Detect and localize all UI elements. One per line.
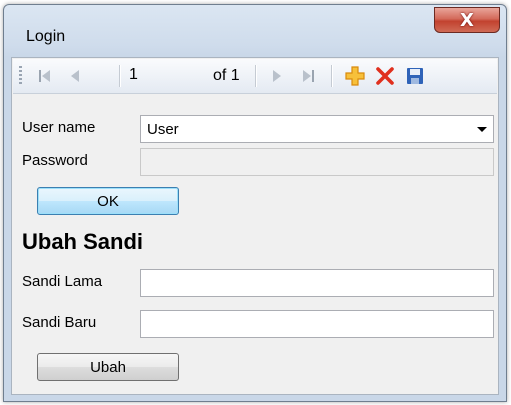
username-label: User name — [22, 119, 96, 136]
save-icon[interactable] — [403, 66, 427, 86]
change-password-button[interactable]: Ubah — [37, 353, 179, 381]
new-password-label: Sandi Baru — [22, 314, 97, 331]
login-window: Login X of 1 — [3, 4, 507, 402]
username-combobox[interactable]: User — [140, 115, 494, 143]
toolbar-grip[interactable] — [19, 66, 22, 86]
password-field[interactable] — [140, 148, 494, 176]
client-area: of 1 User name User Password — [11, 57, 499, 395]
add-new-icon[interactable] — [343, 66, 367, 86]
ok-button-label: OK — [97, 192, 119, 210]
change-password-button-label: Ubah — [90, 358, 126, 376]
record-count-label: of 1 — [213, 67, 240, 84]
old-password-field[interactable] — [140, 269, 494, 297]
delete-icon[interactable] — [373, 66, 397, 86]
close-icon: X — [460, 9, 474, 31]
change-password-heading: Ubah Sandi — [22, 229, 144, 254]
toolbar-separator — [255, 65, 257, 87]
move-first-icon[interactable] — [33, 66, 57, 86]
password-label: Password — [22, 152, 88, 169]
close-button[interactable]: X — [434, 7, 500, 33]
chevron-down-icon[interactable] — [477, 127, 487, 132]
username-value: User — [147, 121, 179, 138]
binding-navigator-toolbar: of 1 — [13, 59, 497, 94]
position-input[interactable] — [129, 64, 209, 86]
window-title: Login — [26, 28, 66, 45]
title-bar[interactable]: Login X — [4, 5, 506, 57]
toolbar-separator — [119, 65, 121, 87]
toolbar-separator — [331, 65, 333, 87]
old-password-label: Sandi Lama — [22, 273, 103, 290]
move-next-icon[interactable] — [267, 66, 287, 86]
move-previous-icon[interactable] — [65, 66, 85, 86]
new-password-field[interactable] — [140, 310, 494, 338]
ok-button[interactable]: OK — [37, 187, 179, 215]
move-last-icon[interactable] — [295, 66, 321, 86]
